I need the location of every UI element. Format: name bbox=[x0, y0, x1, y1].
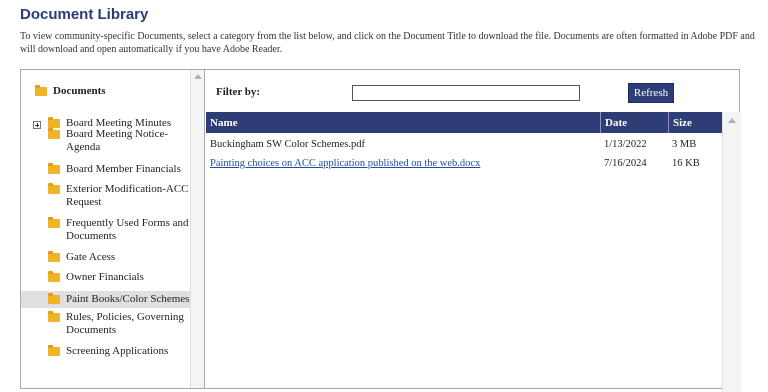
category-tree: Documents Board Meeting Minutes Board Mee… bbox=[21, 70, 205, 388]
tree-item-label: Owner Financials bbox=[66, 271, 144, 283]
column-header-name[interactable]: Name bbox=[206, 117, 600, 129]
tree-item[interactable]: Paint Books/Color Schemes bbox=[21, 291, 191, 308]
folder-icon bbox=[48, 345, 60, 356]
tree-item[interactable]: Exterior Modification-ACC Request bbox=[21, 183, 191, 209]
tree-item[interactable]: Rules, Policies, Governing Documents bbox=[21, 311, 191, 337]
folder-icon bbox=[48, 311, 60, 322]
tree-item-label: Screening Applications bbox=[66, 345, 169, 357]
table-row: Buckingham SW Color Schemes.pdf 1/13/2022… bbox=[206, 135, 722, 154]
tree-item-label: Gate Acess bbox=[66, 251, 116, 263]
refresh-button[interactable]: Refresh bbox=[628, 83, 674, 103]
column-header-date[interactable]: Date bbox=[600, 112, 668, 133]
tree-item-label: Paint Books/Color Schemes bbox=[66, 293, 190, 305]
folder-icon bbox=[48, 128, 60, 139]
document-pane: Filter by: Refresh Name Date Size Buckin… bbox=[206, 70, 741, 392]
scroll-up-arrow-icon[interactable] bbox=[728, 118, 736, 123]
document-date: 1/13/2022 bbox=[604, 139, 647, 150]
intro-text: To view community-specific Documents, se… bbox=[20, 31, 755, 55]
tree-item[interactable]: Board Meeting Notice-Agenda bbox=[21, 128, 191, 154]
document-size: 16 KB bbox=[672, 158, 700, 169]
grid-body: Buckingham SW Color Schemes.pdf 1/13/2022… bbox=[206, 135, 722, 173]
scroll-up-arrow-icon[interactable] bbox=[194, 74, 202, 79]
filter-label: Filter by: bbox=[216, 86, 261, 98]
folder-icon bbox=[48, 163, 60, 174]
folder-icon bbox=[48, 217, 60, 228]
tree-item-label: Board Meeting Notice-Agenda bbox=[66, 128, 169, 153]
document-library-panel: Documents Board Meeting Minutes Board Mee… bbox=[20, 69, 741, 392]
tree-item-label: Board Member Financials bbox=[66, 163, 181, 175]
folder-icon bbox=[48, 251, 60, 262]
tree-item[interactable]: Gate Acess bbox=[21, 251, 191, 264]
tree-item[interactable]: Board Member Financials bbox=[21, 163, 191, 176]
tree-root-label: Documents bbox=[53, 85, 106, 97]
folder-icon bbox=[35, 84, 47, 96]
tree-item-label: Rules, Policies, Governing Documents bbox=[66, 311, 184, 336]
folder-icon bbox=[48, 293, 60, 304]
document-size: 3 MB bbox=[672, 139, 697, 150]
folder-icon bbox=[48, 271, 60, 282]
document-title-link[interactable]: Painting choices on ACC application publ… bbox=[206, 158, 600, 169]
page-title: Document Library bbox=[20, 6, 149, 23]
grid-scrollbar[interactable] bbox=[722, 112, 741, 392]
tree-scrollbar[interactable] bbox=[190, 70, 204, 388]
tree-item[interactable]: Screening Applications bbox=[21, 345, 191, 358]
grid-header: Name Date Size bbox=[206, 112, 722, 133]
tree-item[interactable]: Owner Financials bbox=[21, 271, 191, 284]
document-date: 7/16/2024 bbox=[604, 158, 647, 169]
table-row: Painting choices on ACC application publ… bbox=[206, 154, 722, 173]
tree-item-label: Exterior Modification-ACC Request bbox=[66, 183, 189, 208]
folder-icon bbox=[48, 117, 60, 128]
document-grid: Name Date Size Buckingham SW Color Schem… bbox=[206, 112, 722, 173]
tree-item-label: Frequently Used Forms and Documents bbox=[66, 217, 189, 242]
tree-item[interactable]: Frequently Used Forms and Documents bbox=[21, 217, 191, 243]
folder-icon bbox=[48, 183, 60, 194]
column-header-size[interactable]: Size bbox=[668, 112, 722, 133]
filter-input[interactable] bbox=[352, 85, 580, 101]
document-title-link[interactable]: Buckingham SW Color Schemes.pdf bbox=[206, 139, 600, 150]
tree-root[interactable]: Documents bbox=[35, 84, 106, 97]
